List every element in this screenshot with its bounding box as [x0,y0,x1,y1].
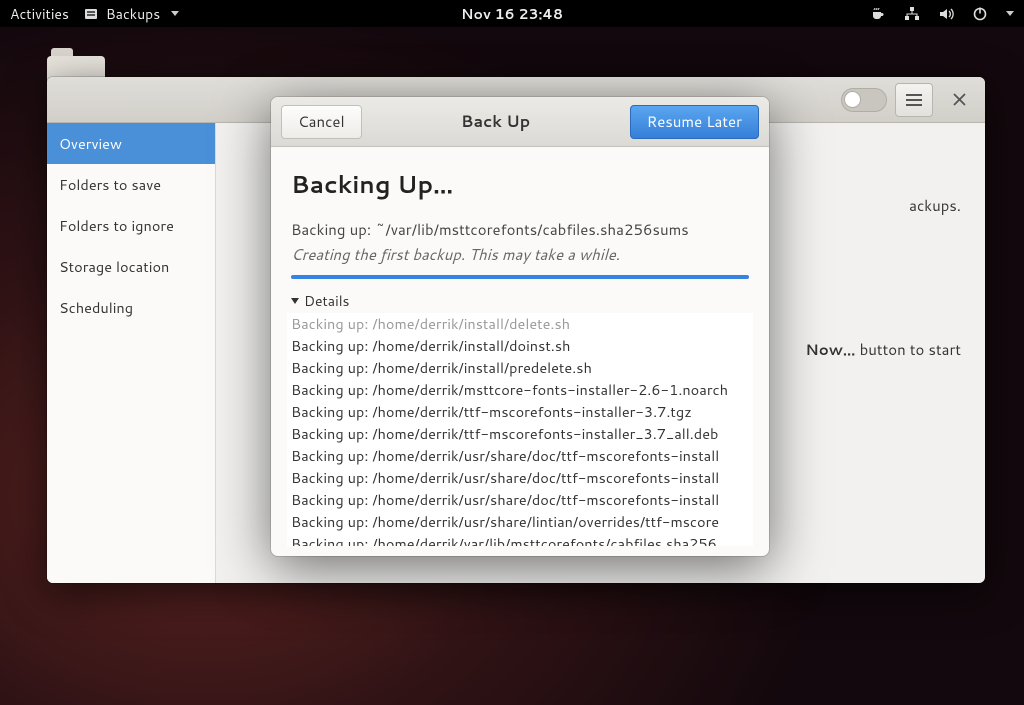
window-close-button[interactable] [941,84,977,116]
clock[interactable]: Nov 16 23:48 [461,4,563,24]
volume-icon[interactable] [938,6,954,22]
overview-text-fragment: ackups. [909,195,961,216]
sidebar-item-storage-location[interactable]: Storage location [47,246,215,287]
app-menu[interactable]: Backups [83,4,179,24]
dialog-heading: Backing Up… [291,167,749,201]
cancel-button[interactable]: Cancel [281,105,362,139]
log-line: Backing up: /home/derrik/msttcore-fonts-… [291,379,749,401]
sidebar-item-folders-to-ignore[interactable]: Folders to ignore [47,205,215,246]
chevron-down-icon [171,11,179,16]
log-line: Backing up: /home/derrik/install/delete.… [291,313,749,335]
sidebar-item-folders-to-save[interactable]: Folders to save [47,164,215,205]
close-icon [953,93,966,106]
backup-toggle-switch[interactable] [841,88,887,112]
log-line: Backing up: /home/derrik/var/lib/msttcor… [291,533,749,546]
log-line: Backing up: /home/derrik/usr/share/doc/t… [291,467,749,489]
details-log[interactable]: Backing up: /home/derrik/install/delete.… [287,313,753,546]
hamburger-icon [906,93,922,107]
sidebar: OverviewFolders to saveFolders to ignore… [47,123,216,583]
overview-text-fragment: Now… button to start [805,339,961,360]
caret-down-icon [291,298,299,304]
progress-bar [291,275,749,279]
sidebar-item-overview[interactable]: Overview [47,123,215,164]
current-file-status: Backing up: ~/var/lib/msttcorefonts/cabf… [291,219,749,240]
log-line: Backing up: /home/derrik/install/predele… [291,357,749,379]
dialog-headerbar: Cancel Back Up Resume Later [271,97,769,147]
sidebar-item-scheduling[interactable]: Scheduling [47,287,215,328]
log-line: Backing up: /home/derrik/usr/share/doc/t… [291,489,749,511]
dialog-title: Back Up [461,110,530,133]
sub-status: Creating the first backup. This may take… [291,244,749,265]
system-menu-chevron-icon[interactable] [1006,11,1014,16]
app-menu-label: Backups [106,4,160,24]
log-line: Backing up: /home/derrik/ttf-mscorefonts… [291,401,749,423]
details-label: Details [304,291,350,311]
network-icon[interactable] [904,6,920,22]
backup-progress-dialog: Cancel Back Up Resume Later Backing Up… … [271,97,769,556]
power-icon[interactable] [972,6,988,22]
log-line: Backing up: /home/derrik/usr/share/doc/t… [291,445,749,467]
hamburger-menu-button[interactable] [895,83,933,117]
resume-later-button[interactable]: Resume Later [630,105,759,139]
backups-app-icon [83,6,99,22]
coffee-icon[interactable] [870,6,886,22]
activities-button[interactable]: Activities [10,4,69,24]
gnome-topbar: Activities Backups Nov 16 23:48 [0,0,1024,27]
log-line: Backing up: /home/derrik/usr/share/linti… [291,511,749,533]
details-expander[interactable]: Details [291,291,749,311]
log-line: Backing up: /home/derrik/install/doinst.… [291,335,749,357]
log-line: Backing up: /home/derrik/ttf-mscorefonts… [291,423,749,445]
